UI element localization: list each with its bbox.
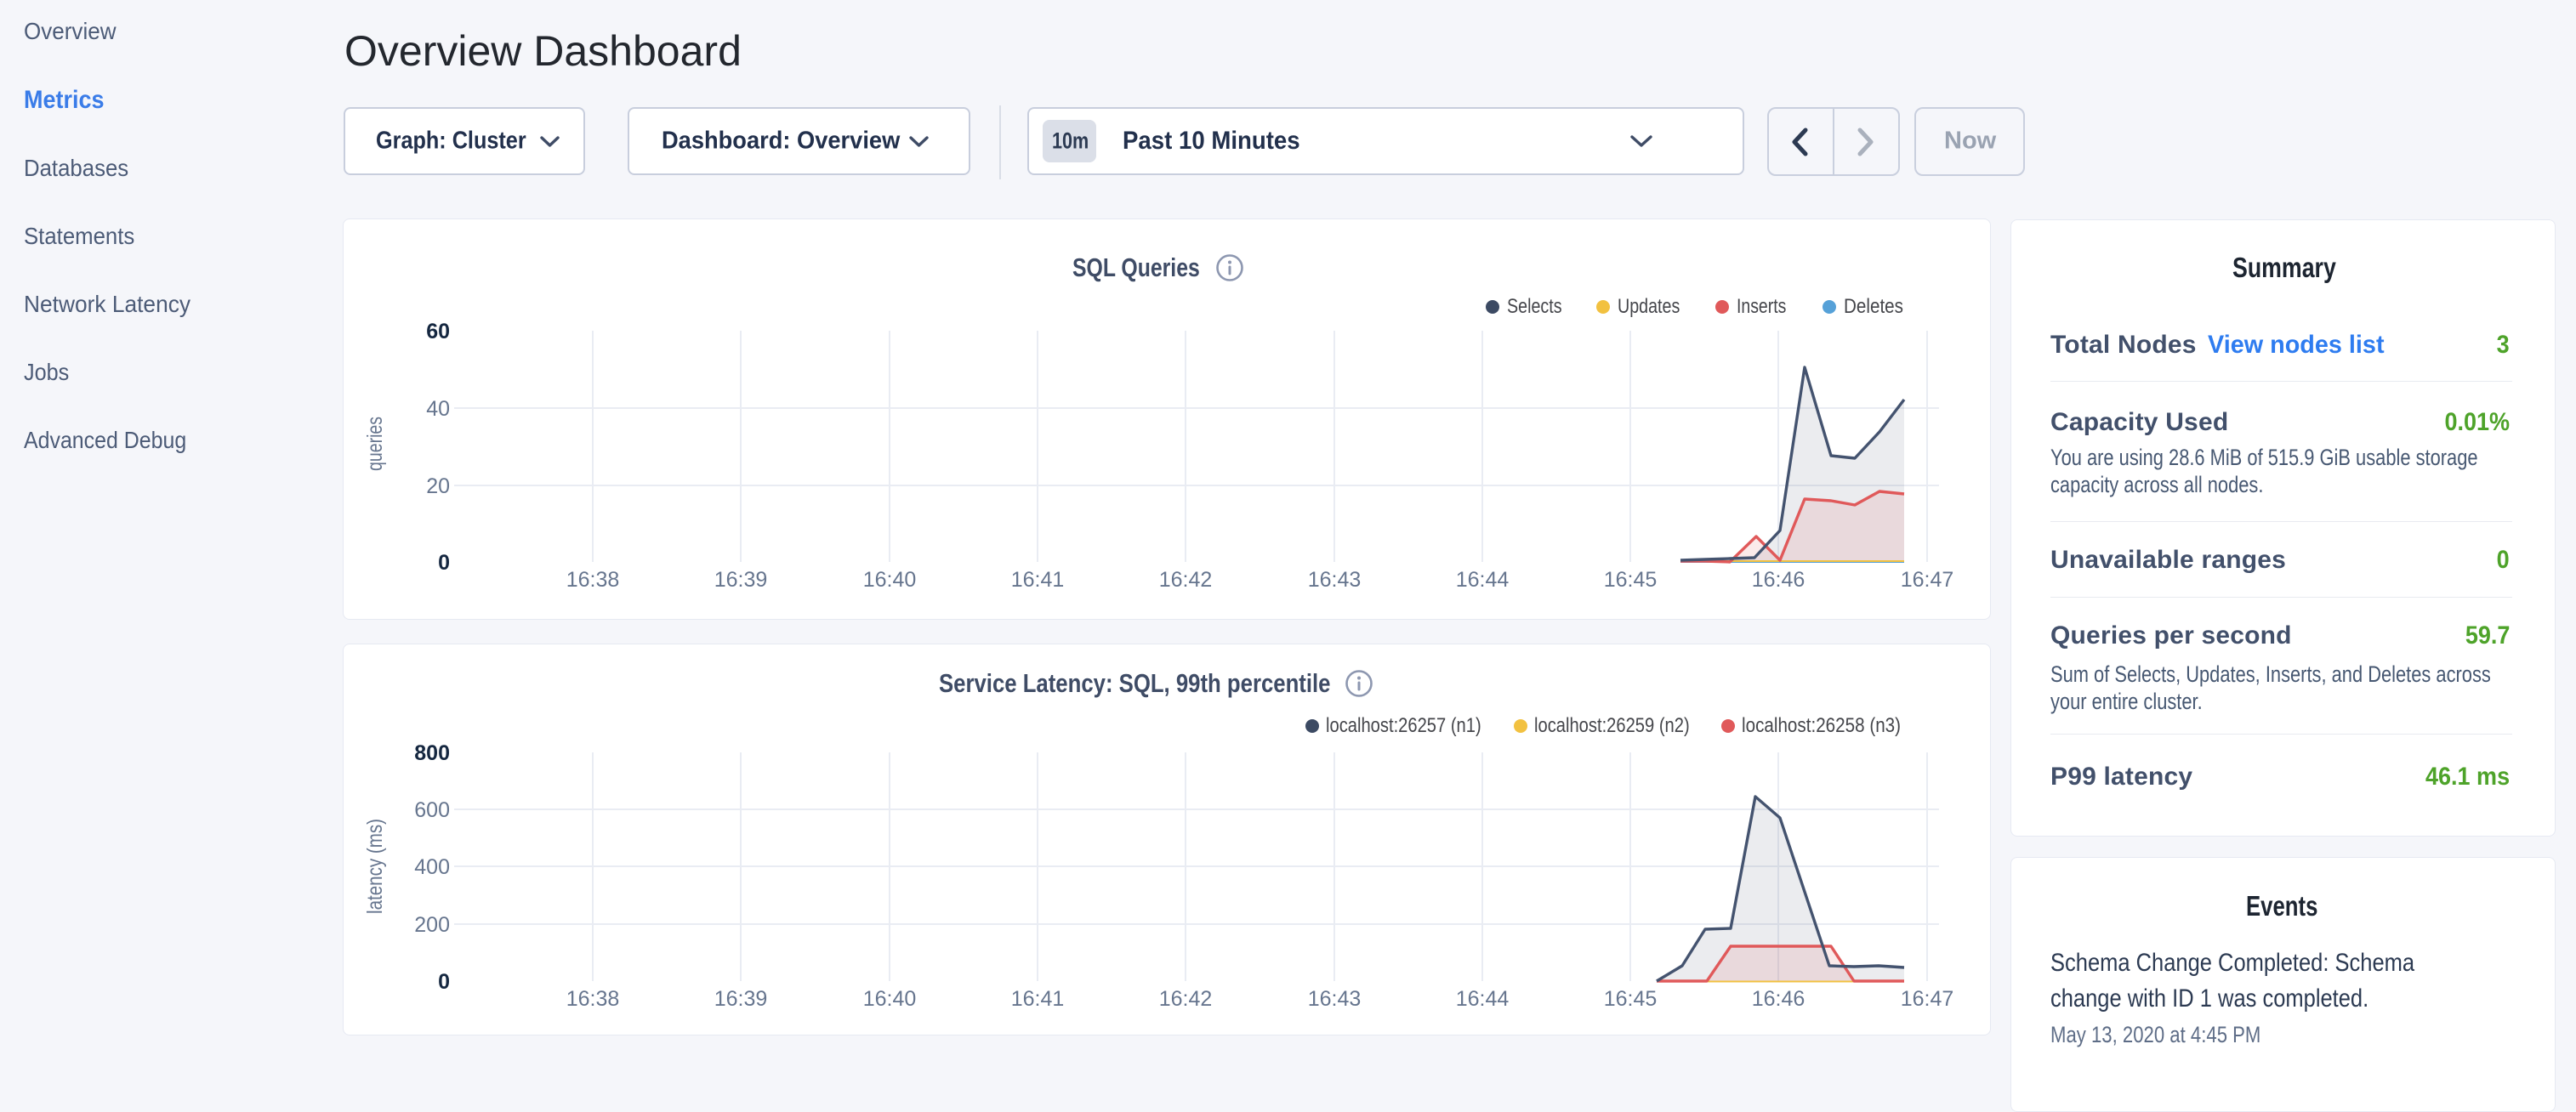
svg-text:60: 60 bbox=[426, 320, 450, 343]
svg-text:800: 800 bbox=[414, 741, 450, 765]
svg-text:16:42: 16:42 bbox=[1159, 568, 1213, 592]
svg-text:16:40: 16:40 bbox=[863, 987, 917, 1011]
svg-text:16:44: 16:44 bbox=[1456, 568, 1510, 592]
svg-text:16:39: 16:39 bbox=[714, 568, 768, 592]
svg-text:16:45: 16:45 bbox=[1604, 987, 1658, 1011]
svg-text:16:39: 16:39 bbox=[714, 987, 768, 1011]
svg-text:400: 400 bbox=[414, 855, 450, 879]
svg-text:0: 0 bbox=[438, 551, 450, 575]
svg-text:16:41: 16:41 bbox=[1011, 568, 1065, 592]
svg-text:16:43: 16:43 bbox=[1308, 987, 1362, 1011]
svg-text:16:38: 16:38 bbox=[566, 568, 620, 592]
svg-text:600: 600 bbox=[414, 798, 450, 822]
svg-text:200: 200 bbox=[414, 913, 450, 937]
svg-text:40: 40 bbox=[426, 397, 450, 421]
svg-text:latency (ms): latency (ms) bbox=[363, 819, 387, 914]
svg-text:16:38: 16:38 bbox=[566, 987, 620, 1011]
svg-text:20: 20 bbox=[426, 474, 450, 498]
svg-text:16:44: 16:44 bbox=[1456, 987, 1510, 1011]
svg-text:16:43: 16:43 bbox=[1308, 568, 1362, 592]
svg-text:16:47: 16:47 bbox=[1901, 987, 1954, 1011]
svg-text:16:40: 16:40 bbox=[863, 568, 917, 592]
svg-text:16:45: 16:45 bbox=[1604, 568, 1658, 592]
svg-text:16:47: 16:47 bbox=[1901, 568, 1954, 592]
svg-text:16:46: 16:46 bbox=[1752, 568, 1805, 592]
svg-text:16:46: 16:46 bbox=[1752, 987, 1805, 1011]
svg-text:queries: queries bbox=[363, 417, 387, 471]
svg-text:16:41: 16:41 bbox=[1011, 987, 1065, 1011]
svg-text:0: 0 bbox=[438, 970, 450, 994]
svg-text:16:42: 16:42 bbox=[1159, 987, 1213, 1011]
